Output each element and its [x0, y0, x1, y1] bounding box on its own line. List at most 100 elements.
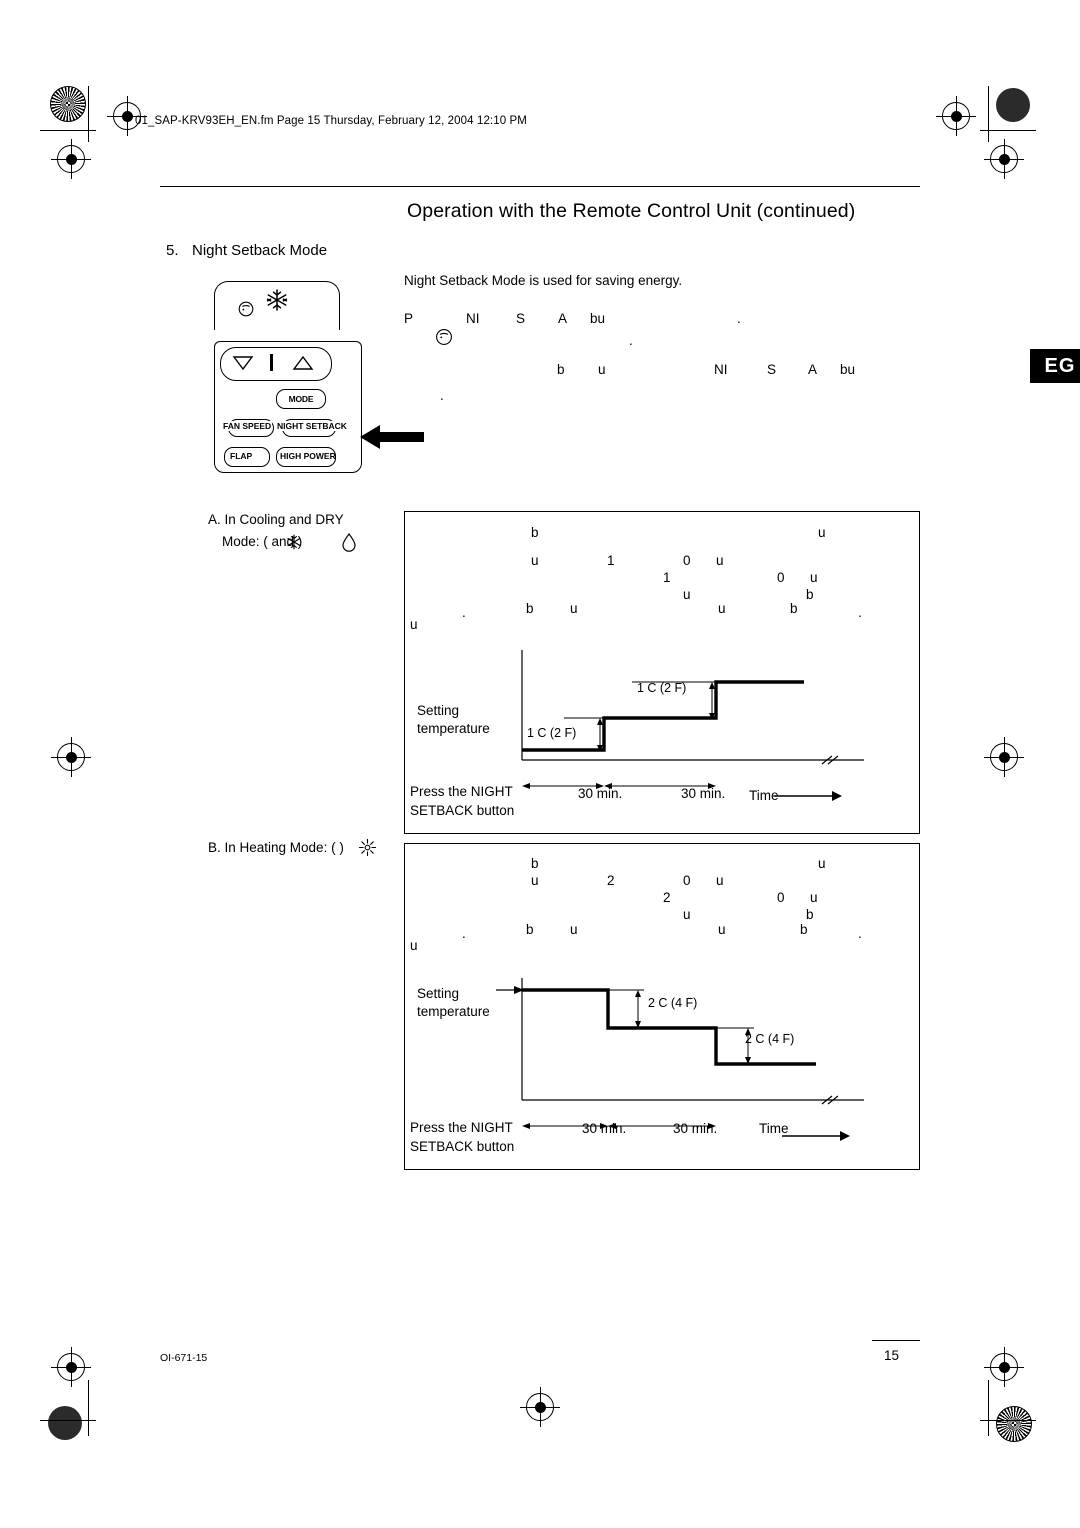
- diagram-a-fragment-1: b: [531, 525, 539, 540]
- diagram-a-fragment-14: b: [526, 601, 534, 616]
- language-tab-eg: EG: [1030, 349, 1080, 383]
- section-intro: Night Setback Mode is used for saving en…: [404, 273, 683, 288]
- diagram-a-fragment-8: 0: [777, 570, 785, 585]
- diagram-a-fragment-4: 1: [607, 553, 615, 568]
- mode-icon-inline: [436, 329, 452, 345]
- crop-mark-br-h: [988, 1380, 989, 1436]
- page-title: Operation with the Remote Control Unit (…: [407, 200, 856, 222]
- diagram-b-fragment-17: b: [800, 922, 808, 937]
- diagram-b-fragment-4: 2: [607, 873, 615, 888]
- paragraph-2-fragment-e: A: [808, 362, 818, 377]
- paragraph-1-fragment-g: .: [629, 333, 633, 348]
- high-power-label: HIGH POWER: [280, 451, 336, 461]
- diagram-a-time-label: Time: [749, 788, 779, 803]
- crop-mark-bl-v: [40, 1420, 96, 1421]
- diagram-a-fragment-2: u: [818, 525, 826, 540]
- diagram-b-fragment-18: .: [858, 926, 862, 941]
- diagram-b-fragment-7: 2: [663, 890, 671, 905]
- diagram-a-fragment-18: .: [858, 605, 862, 620]
- diagram-b-fragment-15: u: [570, 922, 578, 937]
- registration-target-mid-left: [51, 737, 91, 777]
- night-setback-label: NIGHT SETBACK: [276, 421, 348, 431]
- diagram-a-fragment-13: .: [462, 605, 466, 620]
- crop-mark-bl-h: [88, 1380, 89, 1436]
- paragraph-2-fragment-a: b: [557, 362, 565, 377]
- diagram-a-fragment-15: u: [570, 601, 578, 616]
- diagram-a-fragment-10: u: [683, 587, 691, 602]
- section-number: 5.: [166, 242, 179, 259]
- registration-target-top-right: [984, 139, 1024, 179]
- diagram-b-fragment-3: u: [531, 873, 539, 888]
- starburst-mark-bottom-right: [996, 1406, 1032, 1442]
- snowflake-icon: [266, 289, 288, 311]
- section-a-label-line1: A. In Cooling and DRY: [208, 512, 344, 527]
- diagram-a-fragment-16: u: [718, 601, 726, 616]
- signal-icon: [238, 301, 254, 317]
- paragraph-1-fragment-e: bu: [590, 311, 606, 326]
- paragraph-1-fragment-b: NI: [466, 311, 480, 326]
- diagram-a-fragment-3: u: [531, 553, 539, 568]
- diagram-b-interval-2: 30 min.: [673, 1121, 718, 1136]
- sun-icon-b: [358, 838, 377, 857]
- paragraph-1-fragment-d: A: [558, 311, 568, 326]
- diagram-b-press-line2: SETBACK button: [410, 1139, 515, 1154]
- diagram-a-interval-1: 30 min.: [578, 786, 623, 801]
- black-dot-mark-bottom-left: [48, 1406, 82, 1440]
- diagram-b-press-line1: Press the NIGHT: [410, 1120, 513, 1135]
- section-b-label: B. In Heating Mode: ( ): [208, 840, 344, 855]
- crop-mark-br-v: [980, 1420, 1036, 1421]
- flap-label: FLAP: [230, 451, 253, 461]
- diagram-a-press-line1: Press the NIGHT: [410, 784, 513, 799]
- diagram-a-fragment-9: u: [810, 570, 818, 585]
- water-drop-icon-a: [342, 532, 356, 552]
- header-rule: [160, 186, 920, 187]
- diagram-b-step1-label: 2 C (4 F): [648, 996, 698, 1010]
- document-code: OI-671-15: [160, 1352, 208, 1364]
- registration-target-top-left: [51, 139, 91, 179]
- paragraph-1-fragment-f: .: [737, 311, 741, 326]
- paragraph-3-fragment: .: [440, 388, 444, 403]
- down-arrow-icon[interactable]: [232, 354, 254, 372]
- diagram-a-fragment-11: b: [806, 587, 814, 602]
- diagram-b-setting-label: Setting: [417, 986, 460, 1001]
- crop-mark-tr-h: [988, 86, 989, 142]
- diagram-b-temperature-label: temperature: [417, 1004, 490, 1019]
- diagram-a-fragment-12: u: [410, 617, 418, 632]
- diagram-b-fragment-10: u: [683, 907, 691, 922]
- diagram-a-setting-label: Setting: [417, 703, 460, 718]
- paragraph-2-fragment-b: u: [598, 362, 606, 377]
- diagram-b-time-label: Time: [759, 1121, 789, 1136]
- diagram-a-step1-label: 1 C (2 F): [527, 726, 577, 740]
- registration-target-bottom-center: [520, 1387, 560, 1427]
- diagram-a-fragment-6: u: [716, 553, 724, 568]
- diagram-a-interval-2: 30 min.: [681, 786, 726, 801]
- diagram-b-fragment-6: u: [716, 873, 724, 888]
- registration-target-bottom-left: [51, 1347, 91, 1387]
- diagram-a-press-line2: SETBACK button: [410, 803, 515, 818]
- section-heading: Night Setback Mode: [192, 242, 328, 259]
- snowflake-icon-a: [287, 534, 301, 550]
- diagram-b-fragment-14: b: [526, 922, 534, 937]
- diagram-b-fragment-8: 0: [777, 890, 785, 905]
- remote-control-illustration: MODE FAN SPEED NIGHT SETBACK FLAP HIGH P…: [200, 275, 430, 495]
- starburst-mark-top-left: [50, 86, 86, 122]
- paragraph-2-fragment-f: bu: [840, 362, 856, 377]
- diagram-b-fragment-16: u: [718, 922, 726, 937]
- diagram-a-fragment-5: 0: [683, 553, 691, 568]
- diagram-b-fragment-13: .: [462, 926, 466, 941]
- diagram-b-fragment-11: b: [806, 907, 814, 922]
- diagram-a-fragment-7: 1: [663, 570, 671, 585]
- diagram-b-fragment-12: u: [410, 938, 418, 953]
- file-header-line: 01_SAP-KRV93EH_EN.fm Page 15 Thursday, F…: [135, 115, 527, 127]
- up-arrow-icon[interactable]: [292, 354, 314, 372]
- mode-button[interactable]: MODE: [276, 389, 326, 409]
- document-page: 01_SAP-KRV93EH_EN.fm Page 15 Thursday, F…: [0, 0, 1080, 1528]
- diagram-b-fragment-2: u: [818, 856, 826, 871]
- diagram-a-temperature-label: temperature: [417, 721, 490, 736]
- diagram-b-interval-1: 30 min.: [582, 1121, 627, 1136]
- paragraph-2-fragment-d: S: [767, 362, 777, 377]
- fan-speed-label: FAN SPEED: [222, 421, 273, 431]
- registration-target-top-header-right: [936, 96, 976, 136]
- black-dot-mark-top-right: [996, 88, 1030, 122]
- footer-rule: [872, 1340, 920, 1341]
